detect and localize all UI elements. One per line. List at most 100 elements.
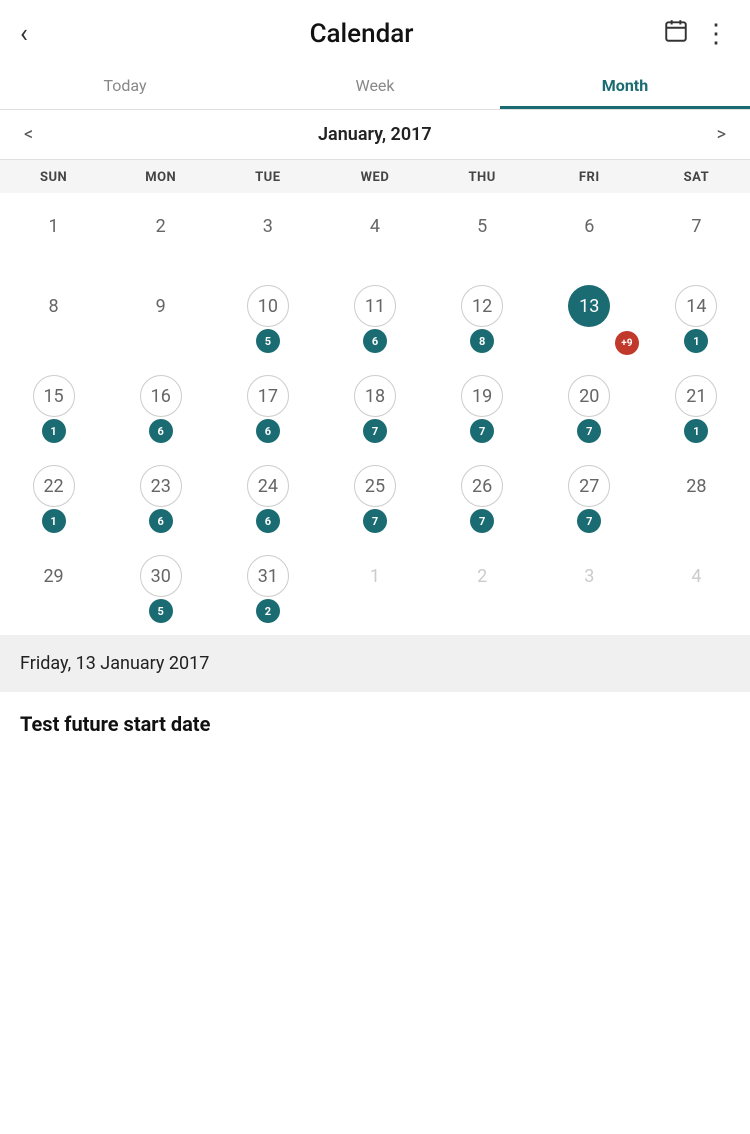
calendar-cell[interactable]: 4 [643, 543, 750, 633]
calendar-cell[interactable]: 221 [0, 453, 107, 543]
day-number: 30 [140, 555, 182, 597]
back-button[interactable]: ‹ [20, 19, 60, 49]
day-number: 23 [140, 465, 182, 507]
calendar-cell[interactable]: 29 [0, 543, 107, 633]
day-number: 4 [354, 205, 396, 247]
event-count-badge: 7 [363, 419, 387, 443]
overflow-badge: +9 [615, 331, 639, 355]
event-count-badge: 7 [470, 419, 494, 443]
day-number: 12 [461, 285, 503, 327]
day-header-fri: FRI [536, 170, 643, 185]
calendar-cell[interactable]: 7 [643, 193, 750, 273]
calendar-cell[interactable]: 211 [643, 363, 750, 453]
more-options-icon[interactable]: ⋮ [703, 19, 730, 49]
tab-week[interactable]: Week [250, 62, 500, 109]
calendar-cell[interactable]: 151 [0, 363, 107, 453]
calendar-cell[interactable]: 1 [321, 543, 428, 633]
event-count-badge: 5 [256, 329, 280, 353]
event-count-badge: 5 [149, 599, 173, 623]
header: ‹ Calendar ⋮ [0, 0, 750, 62]
day-number: 5 [461, 205, 503, 247]
prev-month-button[interactable]: < [16, 120, 41, 149]
day-number: 13 [568, 285, 610, 327]
event-count-badge: 6 [149, 509, 173, 533]
day-number: 2 [461, 555, 503, 597]
calendar-cell[interactable]: 197 [429, 363, 536, 453]
day-number: 7 [675, 205, 717, 247]
calendar-cell[interactable]: 166 [107, 363, 214, 453]
calendar-cell[interactable]: 187 [321, 363, 428, 453]
calendar-cell[interactable]: 141 [643, 273, 750, 363]
calendar-cell[interactable]: 9 [107, 273, 214, 363]
day-number: 26 [461, 465, 503, 507]
calendar-cell[interactable]: 257 [321, 453, 428, 543]
event-count-badge: 6 [256, 419, 280, 443]
day-number: 27 [568, 465, 610, 507]
day-number: 1 [33, 205, 75, 247]
day-number: 2 [140, 205, 182, 247]
calendar-cell[interactable]: 105 [214, 273, 321, 363]
event-count-badge: 1 [684, 419, 708, 443]
event-count-badge: 7 [363, 509, 387, 533]
next-month-button[interactable]: > [709, 120, 734, 149]
calendar-cell[interactable]: 176 [214, 363, 321, 453]
calendar-cell[interactable]: 2 [107, 193, 214, 273]
day-header-mon: MON [107, 170, 214, 185]
calendar-cell[interactable]: 28 [643, 453, 750, 543]
calendar-cell[interactable]: 207 [536, 363, 643, 453]
day-number: 3 [568, 555, 610, 597]
selected-date-bar: Friday, 13 January 2017 [0, 635, 750, 692]
day-number: 4 [675, 555, 717, 597]
day-number: 11 [354, 285, 396, 327]
calendar-cell[interactable]: 305 [107, 543, 214, 633]
calendar-cell[interactable]: 1 [0, 193, 107, 273]
calendar-cell[interactable]: 6 [536, 193, 643, 273]
day-number: 6 [568, 205, 610, 247]
day-number: 15 [33, 375, 75, 417]
day-number: 16 [140, 375, 182, 417]
event-count-badge: 1 [42, 509, 66, 533]
day-number: 18 [354, 375, 396, 417]
calendar-cell[interactable]: 236 [107, 453, 214, 543]
day-number: 1 [354, 555, 396, 597]
tab-today[interactable]: Today [0, 62, 250, 109]
calendar-cell[interactable]: 312 [214, 543, 321, 633]
day-number: 21 [675, 375, 717, 417]
event-count-badge: 7 [470, 509, 494, 533]
day-header-tue: TUE [214, 170, 321, 185]
event-count-badge: 7 [577, 509, 601, 533]
day-number: 3 [247, 205, 289, 247]
calendar-cell[interactable]: 246 [214, 453, 321, 543]
calendar-cell[interactable]: 3 [214, 193, 321, 273]
calendar-cell[interactable]: 8 [0, 273, 107, 363]
month-year-label: January, 2017 [318, 124, 432, 145]
selected-date-label: Friday, 13 January 2017 [20, 653, 209, 674]
calendar-cell[interactable]: 2 [429, 543, 536, 633]
calendar-cell[interactable]: 128 [429, 273, 536, 363]
calendar-cell[interactable]: 267 [429, 453, 536, 543]
day-header-sat: SAT [643, 170, 750, 185]
event-count-badge: 6 [256, 509, 280, 533]
calendar-cell[interactable]: 3 [536, 543, 643, 633]
event-section: Test future start date [0, 692, 750, 756]
day-header-wed: WED [321, 170, 428, 185]
event-count-badge: 2 [256, 599, 280, 623]
day-number: 24 [247, 465, 289, 507]
calendar-cell[interactable]: 13+9 [536, 273, 643, 363]
event-count-badge: 8 [470, 329, 494, 353]
event-count-badge: 6 [363, 329, 387, 353]
day-number: 25 [354, 465, 396, 507]
day-number: 14 [675, 285, 717, 327]
calendar-cell[interactable]: 5 [429, 193, 536, 273]
calendar-cell[interactable]: 116 [321, 273, 428, 363]
day-number: 28 [675, 465, 717, 507]
calendar-icon[interactable] [663, 18, 689, 50]
calendar-cell[interactable]: 4 [321, 193, 428, 273]
day-number: 17 [247, 375, 289, 417]
day-number: 19 [461, 375, 503, 417]
calendar-grid: 12345678910511612813+9141151166176187197… [0, 193, 750, 633]
day-number: 22 [33, 465, 75, 507]
calendar-cell[interactable]: 277 [536, 453, 643, 543]
day-number: 10 [247, 285, 289, 327]
tab-month[interactable]: Month [500, 62, 750, 109]
